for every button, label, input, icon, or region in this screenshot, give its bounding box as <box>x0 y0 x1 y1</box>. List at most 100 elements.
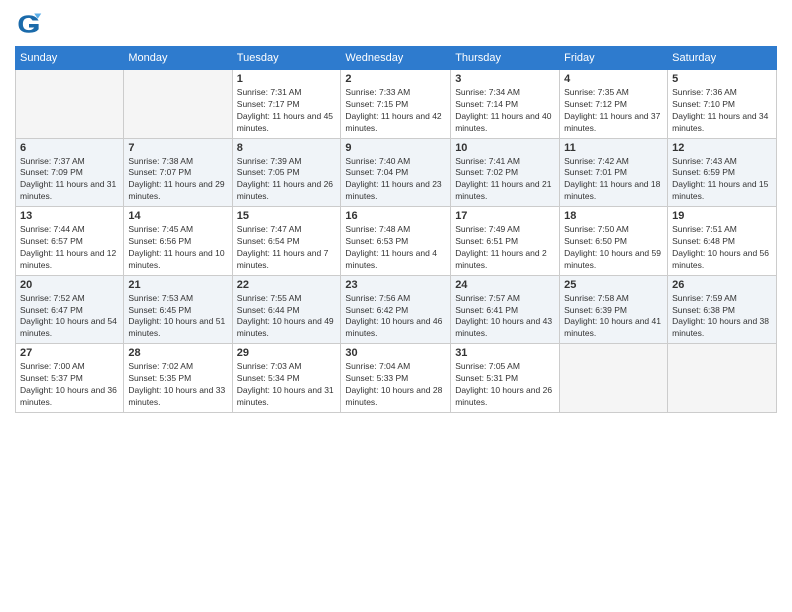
day-of-week-header: Wednesday <box>341 47 451 70</box>
day-number: 13 <box>20 210 119 222</box>
day-info: Sunrise: 7:57 AM Sunset: 6:41 PM Dayligh… <box>455 293 555 341</box>
calendar-cell: 26 Sunrise: 7:59 AM Sunset: 6:38 PM Dayli… <box>668 275 777 344</box>
day-number: 25 <box>564 279 663 291</box>
calendar-cell: 18Sunrise: 7:50 AM Sunset: 6:50 PM Dayli… <box>560 207 668 276</box>
calendar-cell: 9Sunrise: 7:40 AM Sunset: 7:04 PM Daylig… <box>341 138 451 207</box>
calendar-cell: 8 Sunrise: 7:39 AM Sunset: 7:05 PM Daylig… <box>232 138 341 207</box>
day-info: Sunrise: 7:51 AM Sunset: 6:48 PM Dayligh… <box>672 224 772 272</box>
day-info: Sunrise: 7:41 AM Sunset: 7:02 PM Dayligh… <box>455 156 555 204</box>
day-number: 6 <box>20 142 119 154</box>
calendar-week-row: 20 Sunrise: 7:52 AM Sunset: 6:47 PM Dayli… <box>16 275 777 344</box>
day-of-week-header: Monday <box>124 47 232 70</box>
calendar-cell <box>560 344 668 413</box>
day-info: Sunrise: 7:03 AM Sunset: 5:34 PM Dayligh… <box>237 361 337 409</box>
day-info: Sunrise: 7:55 AM Sunset: 6:44 PM Dayligh… <box>237 293 337 341</box>
calendar-cell: 22 Sunrise: 7:55 AM Sunset: 6:44 PM Dayli… <box>232 275 341 344</box>
day-number: 7 <box>128 142 227 154</box>
calendar-cell: 13 Sunrise: 7:44 AM Sunset: 6:57 PM Dayli… <box>16 207 124 276</box>
day-info: Sunrise: 7:49 AM Sunset: 6:51 PM Dayligh… <box>455 224 555 272</box>
day-number: 1 <box>237 73 337 85</box>
logo <box>15 10 47 38</box>
page-header <box>15 10 777 38</box>
day-info: Sunrise: 7:58 AM Sunset: 6:39 PM Dayligh… <box>564 293 663 341</box>
day-number: 19 <box>672 210 772 222</box>
calendar-cell: 31 Sunrise: 7:05 AM Sunset: 5:31 PM Dayli… <box>451 344 560 413</box>
day-number: 26 <box>672 279 772 291</box>
day-number: 18 <box>564 210 663 222</box>
day-number: 21 <box>128 279 227 291</box>
day-number: 8 <box>237 142 337 154</box>
calendar-cell: 17 Sunrise: 7:49 AM Sunset: 6:51 PM Dayli… <box>451 207 560 276</box>
day-number: 22 <box>237 279 337 291</box>
day-number: 9 <box>345 142 446 154</box>
calendar-cell <box>124 70 232 139</box>
calendar-cell: 5Sunrise: 7:36 AM Sunset: 7:10 PM Daylig… <box>668 70 777 139</box>
day-number: 15 <box>237 210 337 222</box>
day-info: Sunrise: 7:42 AM Sunset: 7:01 PM Dayligh… <box>564 156 663 204</box>
calendar-cell: 21 Sunrise: 7:53 AM Sunset: 6:45 PM Dayli… <box>124 275 232 344</box>
day-number: 16 <box>345 210 446 222</box>
calendar-cell: 14Sunrise: 7:45 AM Sunset: 6:56 PM Dayli… <box>124 207 232 276</box>
calendar-cell <box>16 70 124 139</box>
day-info: Sunrise: 7:33 AM Sunset: 7:15 PM Dayligh… <box>345 87 446 135</box>
calendar-cell: 3Sunrise: 7:34 AM Sunset: 7:14 PM Daylig… <box>451 70 560 139</box>
day-info: Sunrise: 7:43 AM Sunset: 6:59 PM Dayligh… <box>672 156 772 204</box>
day-of-week-header: Sunday <box>16 47 124 70</box>
day-number: 17 <box>455 210 555 222</box>
day-info: Sunrise: 7:48 AM Sunset: 6:53 PM Dayligh… <box>345 224 446 272</box>
day-number: 11 <box>564 142 663 154</box>
day-info: Sunrise: 7:44 AM Sunset: 6:57 PM Dayligh… <box>20 224 119 272</box>
day-number: 31 <box>455 347 555 359</box>
day-number: 2 <box>345 73 446 85</box>
calendar-cell: 27 Sunrise: 7:00 AM Sunset: 5:37 PM Dayli… <box>16 344 124 413</box>
day-number: 20 <box>20 279 119 291</box>
calendar-cell: 25 Sunrise: 7:58 AM Sunset: 6:39 PM Dayli… <box>560 275 668 344</box>
calendar-week-row: 6 Sunrise: 7:37 AM Sunset: 7:09 PM Daylig… <box>16 138 777 207</box>
day-number: 10 <box>455 142 555 154</box>
day-info: Sunrise: 7:31 AM Sunset: 7:17 PM Dayligh… <box>237 87 337 135</box>
day-info: Sunrise: 7:00 AM Sunset: 5:37 PM Dayligh… <box>20 361 119 409</box>
calendar-table: SundayMondayTuesdayWednesdayThursdayFrid… <box>15 46 777 413</box>
day-number: 24 <box>455 279 555 291</box>
day-info: Sunrise: 7:34 AM Sunset: 7:14 PM Dayligh… <box>455 87 555 135</box>
logo-icon <box>15 10 43 38</box>
calendar-cell: 1 Sunrise: 7:31 AM Sunset: 7:17 PM Daylig… <box>232 70 341 139</box>
day-info: Sunrise: 7:05 AM Sunset: 5:31 PM Dayligh… <box>455 361 555 409</box>
calendar-week-row: 13 Sunrise: 7:44 AM Sunset: 6:57 PM Dayli… <box>16 207 777 276</box>
day-of-week-header: Tuesday <box>232 47 341 70</box>
day-number: 5 <box>672 73 772 85</box>
day-of-week-header: Thursday <box>451 47 560 70</box>
day-info: Sunrise: 7:52 AM Sunset: 6:47 PM Dayligh… <box>20 293 119 341</box>
calendar-cell: 30Sunrise: 7:04 AM Sunset: 5:33 PM Dayli… <box>341 344 451 413</box>
day-info: Sunrise: 7:39 AM Sunset: 7:05 PM Dayligh… <box>237 156 337 204</box>
calendar-cell: 16 Sunrise: 7:48 AM Sunset: 6:53 PM Dayli… <box>341 207 451 276</box>
day-number: 4 <box>564 73 663 85</box>
calendar-cell: 23Sunrise: 7:56 AM Sunset: 6:42 PM Dayli… <box>341 275 451 344</box>
calendar-week-row: 27 Sunrise: 7:00 AM Sunset: 5:37 PM Dayli… <box>16 344 777 413</box>
day-info: Sunrise: 7:59 AM Sunset: 6:38 PM Dayligh… <box>672 293 772 341</box>
calendar-cell: 2 Sunrise: 7:33 AM Sunset: 7:15 PM Daylig… <box>341 70 451 139</box>
calendar-cell: 15Sunrise: 7:47 AM Sunset: 6:54 PM Dayli… <box>232 207 341 276</box>
day-number: 29 <box>237 347 337 359</box>
day-info: Sunrise: 7:35 AM Sunset: 7:12 PM Dayligh… <box>564 87 663 135</box>
calendar-week-row: 1 Sunrise: 7:31 AM Sunset: 7:17 PM Daylig… <box>16 70 777 139</box>
day-info: Sunrise: 7:04 AM Sunset: 5:33 PM Dayligh… <box>345 361 446 409</box>
calendar-cell: 20 Sunrise: 7:52 AM Sunset: 6:47 PM Dayli… <box>16 275 124 344</box>
day-of-week-header: Friday <box>560 47 668 70</box>
day-number: 27 <box>20 347 119 359</box>
day-number: 12 <box>672 142 772 154</box>
calendar-cell: 11 Sunrise: 7:42 AM Sunset: 7:01 PM Dayli… <box>560 138 668 207</box>
calendar-cell: 6 Sunrise: 7:37 AM Sunset: 7:09 PM Daylig… <box>16 138 124 207</box>
calendar-cell: 10 Sunrise: 7:41 AM Sunset: 7:02 PM Dayli… <box>451 138 560 207</box>
day-info: Sunrise: 7:02 AM Sunset: 5:35 PM Dayligh… <box>128 361 227 409</box>
calendar-cell: 29 Sunrise: 7:03 AM Sunset: 5:34 PM Dayli… <box>232 344 341 413</box>
calendar-cell: 4 Sunrise: 7:35 AM Sunset: 7:12 PM Daylig… <box>560 70 668 139</box>
day-number: 23 <box>345 279 446 291</box>
calendar-cell: 24 Sunrise: 7:57 AM Sunset: 6:41 PM Dayli… <box>451 275 560 344</box>
day-info: Sunrise: 7:53 AM Sunset: 6:45 PM Dayligh… <box>128 293 227 341</box>
calendar-cell: 19 Sunrise: 7:51 AM Sunset: 6:48 PM Dayli… <box>668 207 777 276</box>
calendar-cell: 28 Sunrise: 7:02 AM Sunset: 5:35 PM Dayli… <box>124 344 232 413</box>
day-info: Sunrise: 7:37 AM Sunset: 7:09 PM Dayligh… <box>20 156 119 204</box>
day-info: Sunrise: 7:38 AM Sunset: 7:07 PM Dayligh… <box>128 156 227 204</box>
day-number: 28 <box>128 347 227 359</box>
